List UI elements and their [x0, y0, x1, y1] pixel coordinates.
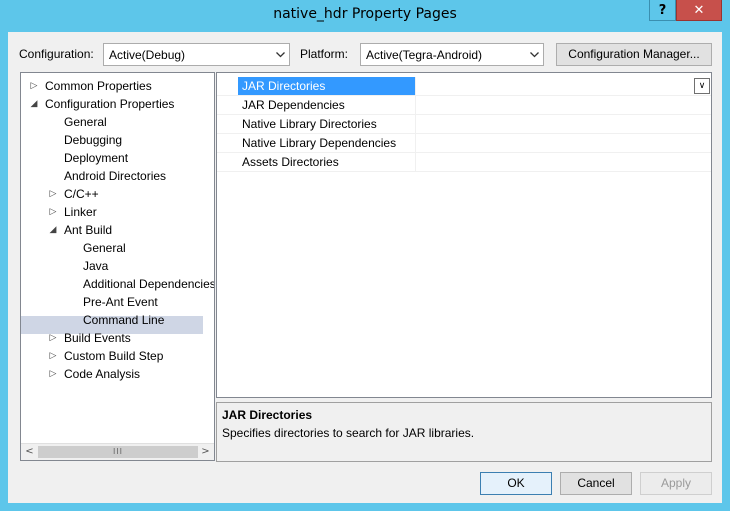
grid-row-value[interactable]	[417, 115, 711, 133]
grid-row-value[interactable]	[417, 134, 711, 152]
tree-item-custom-build-step[interactable]: Custom Build Step	[64, 347, 163, 365]
configuration-value: Active(Debug)	[109, 48, 186, 62]
platform-label: Platform:	[300, 47, 349, 61]
scroll-left-icon[interactable]: <	[21, 444, 38, 460]
grid-row-name[interactable]: JAR Directories	[238, 77, 416, 95]
tree-item-java[interactable]: Java	[83, 257, 108, 275]
tree-item-ant-build[interactable]: Ant Build	[64, 221, 112, 239]
tree-item-android-directories[interactable]: Android Directories	[64, 167, 166, 185]
property-grid[interactable]: JAR Directories ∨ JAR Dependencies Nativ…	[216, 72, 712, 398]
chevron-down-icon	[272, 44, 289, 65]
configuration-label: Configuration:	[19, 47, 94, 61]
grid-row-name[interactable]: Native Library Directories	[238, 115, 416, 133]
tree-item-pre-ant-event[interactable]: Pre-Ant Event	[83, 293, 158, 311]
expand-icon[interactable]: ▷	[29, 77, 39, 95]
grid-row[interactable]: Native Library Directories	[217, 115, 711, 134]
collapse-icon[interactable]: ◢	[48, 221, 58, 239]
cancel-button[interactable]: Cancel	[560, 472, 632, 495]
close-button[interactable]: ✕	[676, 0, 722, 21]
platform-dropdown[interactable]: Active(Tegra-Android)	[360, 43, 544, 66]
collapse-icon[interactable]: ◢	[29, 95, 39, 113]
grid-row-value[interactable]: ∨	[417, 77, 711, 95]
tree-item-deployment[interactable]: Deployment	[64, 149, 128, 167]
property-pages-window: native_hdr Property Pages ? ✕ Configurat…	[0, 0, 730, 511]
ok-button[interactable]: OK	[480, 472, 552, 495]
tree-item-additional-dependencies[interactable]: Additional Dependencies	[83, 275, 214, 293]
tree-item-common-properties[interactable]: Common Properties	[45, 77, 152, 95]
tree-item-linker[interactable]: Linker	[64, 203, 97, 221]
chevron-down-icon	[526, 44, 543, 65]
expand-icon[interactable]: ▷	[48, 185, 58, 203]
grid-row-name[interactable]: JAR Dependencies	[238, 96, 416, 114]
grid-row[interactable]: Native Library Dependencies	[217, 134, 711, 153]
grid-row[interactable]: JAR Directories ∨	[217, 77, 711, 96]
dialog-client-area: Configuration: Active(Debug) Platform: A…	[8, 32, 722, 503]
grid-row-name[interactable]: Assets Directories	[238, 153, 416, 171]
help-button[interactable]: ?	[649, 0, 676, 21]
grid-row-value[interactable]	[417, 96, 711, 114]
grid-row-name[interactable]: Native Library Dependencies	[238, 134, 416, 152]
description-panel: JAR Directories Specifies directories to…	[216, 402, 712, 462]
expand-icon[interactable]: ▷	[48, 365, 58, 383]
tree-item-code-analysis[interactable]: Code Analysis	[64, 365, 140, 383]
description-text: Specifies directories to search for JAR …	[222, 426, 475, 440]
property-tree[interactable]: ▷ Common Properties ◢ Configuration Prop…	[20, 72, 215, 461]
window-title: native_hdr Property Pages	[273, 6, 457, 22]
tree-item-command-line[interactable]: Command Line	[83, 311, 164, 329]
configuration-manager-button[interactable]: Configuration Manager...	[556, 43, 712, 66]
grid-row[interactable]: JAR Dependencies	[217, 96, 711, 115]
dropdown-arrow-icon[interactable]: ∨	[694, 78, 710, 94]
expand-icon[interactable]: ▷	[48, 203, 58, 221]
tree-item-configuration-properties[interactable]: Configuration Properties	[45, 95, 174, 113]
tree-item-ant-general[interactable]: General	[83, 239, 126, 257]
scroll-thumb[interactable]: III	[38, 446, 198, 458]
horizontal-scrollbar[interactable]: < III >	[21, 443, 214, 460]
tree-item-general[interactable]: General	[64, 113, 107, 131]
scroll-right-icon[interactable]: >	[197, 444, 214, 460]
expand-icon[interactable]: ▷	[48, 329, 58, 347]
configuration-dropdown[interactable]: Active(Debug)	[103, 43, 290, 66]
platform-value: Active(Tegra-Android)	[366, 48, 483, 62]
description-title: JAR Directories	[222, 408, 313, 422]
tree-item-build-events[interactable]: Build Events	[64, 329, 131, 347]
apply-button[interactable]: Apply	[640, 472, 712, 495]
title-bar[interactable]: native_hdr Property Pages ? ✕	[0, 0, 730, 32]
tree-item-debugging[interactable]: Debugging	[64, 131, 122, 149]
tree-item-c-cpp[interactable]: C/C++	[64, 185, 99, 203]
grid-row[interactable]: Assets Directories	[217, 153, 711, 172]
grid-row-value[interactable]	[417, 153, 711, 171]
expand-icon[interactable]: ▷	[48, 347, 58, 365]
